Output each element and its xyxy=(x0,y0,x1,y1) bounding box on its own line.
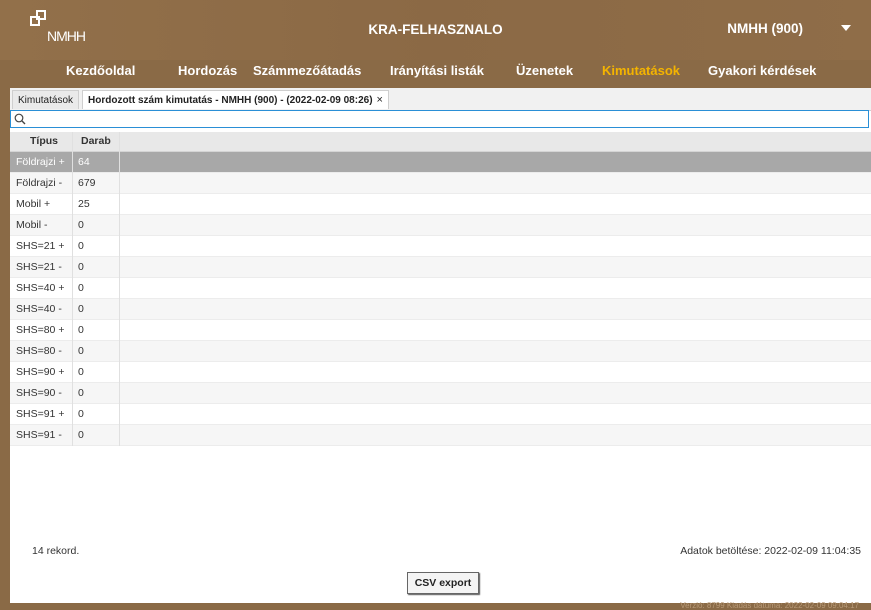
table-row[interactable]: SHS=40 + 0 xyxy=(10,278,871,299)
cell-tipus: Mobil + xyxy=(16,198,51,210)
search-box xyxy=(10,110,869,128)
cell-tipus: SHS=40 - xyxy=(16,303,62,315)
tab-strip: Kimutatások Hordozott szám kimutatás - N… xyxy=(10,88,871,111)
table-row[interactable]: Földrajzi + 64 xyxy=(10,152,871,173)
column-divider xyxy=(72,132,73,446)
cell-tipus: Földrajzi + xyxy=(16,156,65,168)
table-row[interactable]: SHS=90 - 0 xyxy=(10,383,871,404)
table-row[interactable]: Mobil + 25 xyxy=(10,194,871,215)
table-row[interactable]: Földrajzi - 679 xyxy=(10,173,871,194)
cell-tipus: Mobil - xyxy=(16,219,48,231)
cell-darab: 0 xyxy=(78,366,84,378)
search-icon xyxy=(14,113,26,125)
nav-item-uzenetek[interactable]: Üzenetek xyxy=(516,63,573,78)
cell-tipus: Földrajzi - xyxy=(16,177,63,189)
cell-tipus: SHS=21 - xyxy=(16,261,62,273)
nav-item-szammezoatadas[interactable]: Számmezőátadás xyxy=(253,63,361,78)
chevron-down-icon[interactable] xyxy=(841,25,851,31)
table-row[interactable]: SHS=91 - 0 xyxy=(10,425,871,446)
table-row[interactable]: SHS=80 - 0 xyxy=(10,341,871,362)
main-nav: Kezdőoldal Hordozás Számmezőátadás Irány… xyxy=(0,60,871,86)
column-header-tipus[interactable]: Típus xyxy=(30,135,58,147)
cell-tipus: SHS=90 - xyxy=(16,387,62,399)
tab-kimutatasok[interactable]: Kimutatások xyxy=(12,90,80,109)
cell-tipus: SHS=80 - xyxy=(16,345,62,357)
column-divider xyxy=(119,132,120,446)
content-panel: Kimutatások Hordozott szám kimutatás - N… xyxy=(10,88,871,603)
data-grid: Típus Darab Földrajzi + 64 Földrajzi - 679 M… xyxy=(10,132,871,446)
cell-darab: 0 xyxy=(78,324,84,336)
cell-darab: 679 xyxy=(78,177,96,189)
grid-header: Típus Darab xyxy=(10,132,871,152)
search-input[interactable] xyxy=(27,111,847,127)
nav-item-iranyitasi-listak[interactable]: Irányítási listák xyxy=(390,63,484,78)
cell-tipus: SHS=21 + xyxy=(16,240,65,252)
cell-darab: 0 xyxy=(78,408,84,420)
cell-tipus: SHS=91 - xyxy=(16,429,62,441)
nav-item-gyakori-kerdesek[interactable]: Gyakori kérdések xyxy=(708,63,816,78)
table-row[interactable]: SHS=90 + 0 xyxy=(10,362,871,383)
record-count: 14 rekord. xyxy=(32,545,80,557)
cell-tipus: SHS=90 + xyxy=(16,366,65,378)
cell-tipus: SHS=40 + xyxy=(16,282,65,294)
cell-darab: 0 xyxy=(78,303,84,315)
table-row[interactable]: Mobil - 0 xyxy=(10,215,871,236)
cell-tipus: SHS=80 + xyxy=(16,324,65,336)
table-row[interactable]: SHS=91 + 0 xyxy=(10,404,871,425)
nav-item-kimutatasok[interactable]: Kimutatások xyxy=(602,63,680,78)
close-icon[interactable]: × xyxy=(377,94,383,106)
table-row[interactable]: SHS=80 + 0 xyxy=(10,320,871,341)
cell-darab: 0 xyxy=(78,240,84,252)
data-loaded-timestamp: Adatok betöltése: 2022-02-09 11:04:35 xyxy=(680,545,861,557)
top-bar: NMHH KRA-FELHASZNALO NMHH (900) xyxy=(0,0,871,60)
cell-darab: 0 xyxy=(78,282,84,294)
cell-darab: 0 xyxy=(78,219,84,231)
cell-darab: 25 xyxy=(78,198,90,210)
table-row[interactable]: SHS=21 + 0 xyxy=(10,236,871,257)
cell-darab: 64 xyxy=(78,156,90,168)
column-header-darab[interactable]: Darab xyxy=(81,135,111,147)
cell-darab: 0 xyxy=(78,429,84,441)
nav-item-hordozas[interactable]: Hordozás xyxy=(178,63,237,78)
csv-export-button[interactable]: CSV export xyxy=(407,572,479,594)
cell-darab: 0 xyxy=(78,345,84,357)
tab-hordozott-szam-kimutatas[interactable]: Hordozott szám kimutatás - NMHH (900) - … xyxy=(82,90,389,109)
nav-item-kezdooldal[interactable]: Kezdőoldal xyxy=(66,63,135,78)
table-row[interactable]: SHS=21 - 0 xyxy=(10,257,871,278)
cell-darab: 0 xyxy=(78,387,84,399)
tab-label: Hordozott szám kimutatás - NMHH (900) - … xyxy=(88,95,373,106)
cell-tipus: SHS=91 + xyxy=(16,408,65,420)
cell-darab: 0 xyxy=(78,261,84,273)
table-row[interactable]: SHS=40 - 0 xyxy=(10,299,871,320)
tab-label: Kimutatások xyxy=(18,95,74,106)
user-menu-label[interactable]: NMHH (900) xyxy=(727,21,803,36)
grid-body: Földrajzi +64 Földrajzi -679 Mobil +25 Mobi… xyxy=(10,152,871,446)
